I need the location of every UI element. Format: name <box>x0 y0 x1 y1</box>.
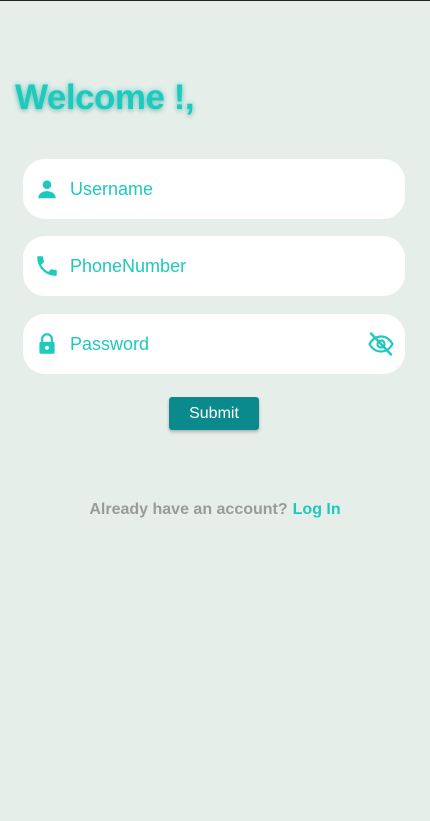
password-field[interactable] <box>23 314 405 374</box>
password-input[interactable] <box>70 314 350 374</box>
phone-icon <box>37 256 57 276</box>
status-divider <box>0 0 430 1</box>
welcome-title: Welcome !, <box>15 78 195 117</box>
username-input[interactable] <box>70 159 350 219</box>
phone-input[interactable] <box>70 236 350 296</box>
login-prompt: Already have an account? Log In <box>0 501 430 519</box>
login-link[interactable]: Log In <box>293 501 341 518</box>
lock-icon <box>39 333 55 354</box>
person-icon <box>38 180 56 199</box>
phone-field[interactable] <box>23 236 405 296</box>
username-field[interactable] <box>23 159 405 219</box>
submit-button[interactable]: Submit <box>169 397 259 430</box>
eye-off-icon[interactable] <box>367 331 395 357</box>
account-prompt-text: Already have an account? <box>89 501 288 518</box>
